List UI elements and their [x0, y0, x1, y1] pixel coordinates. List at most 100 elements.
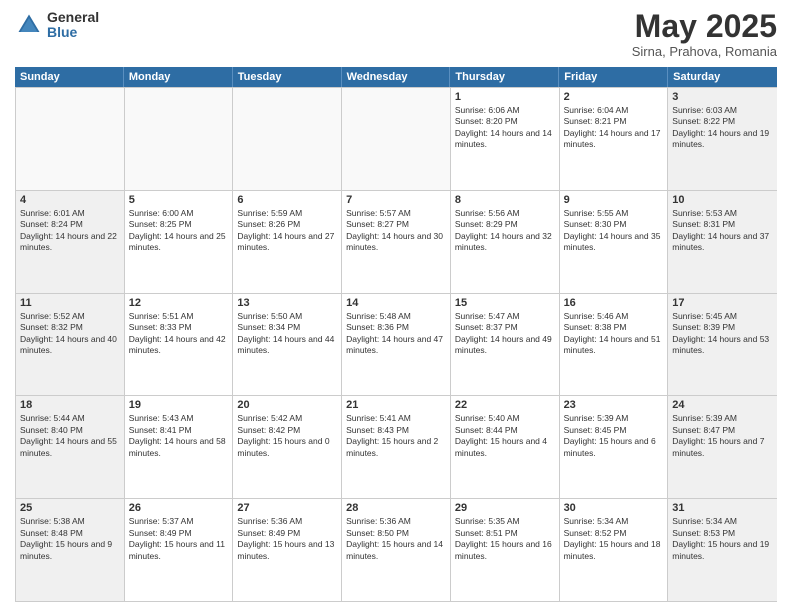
- table-row: 23 Sunrise: 5:39 AM Sunset: 8:45 PM Dayl…: [560, 396, 669, 498]
- logo-blue-text: Blue: [47, 25, 99, 40]
- header-thursday: Thursday: [450, 67, 559, 87]
- calendar: Sunday Monday Tuesday Wednesday Thursday…: [15, 67, 777, 602]
- table-row: [342, 88, 451, 190]
- month-title: May 2025: [632, 10, 777, 42]
- header-saturday: Saturday: [668, 67, 777, 87]
- day-number: 24: [672, 399, 773, 411]
- table-row: 14 Sunrise: 5:48 AM Sunset: 8:36 PM Dayl…: [342, 294, 451, 396]
- cell-content: Sunrise: 5:34 AM Sunset: 8:52 PM Dayligh…: [564, 516, 664, 562]
- day-number: 23: [564, 399, 664, 411]
- header-tuesday: Tuesday: [233, 67, 342, 87]
- day-number: 9: [564, 194, 664, 206]
- table-row: 1 Sunrise: 6:06 AM Sunset: 8:20 PM Dayli…: [451, 88, 560, 190]
- table-row: [233, 88, 342, 190]
- cell-content: Sunrise: 5:38 AM Sunset: 8:48 PM Dayligh…: [20, 516, 120, 562]
- cell-content: Sunrise: 5:51 AM Sunset: 8:33 PM Dayligh…: [129, 311, 229, 357]
- table-row: 25 Sunrise: 5:38 AM Sunset: 8:48 PM Dayl…: [16, 499, 125, 601]
- day-number: 15: [455, 297, 555, 309]
- cell-content: Sunrise: 5:39 AM Sunset: 8:47 PM Dayligh…: [672, 413, 773, 459]
- day-number: 1: [455, 91, 555, 103]
- cell-content: Sunrise: 5:46 AM Sunset: 8:38 PM Dayligh…: [564, 311, 664, 357]
- logo-general-text: General: [47, 10, 99, 25]
- day-number: 30: [564, 502, 664, 514]
- cell-content: Sunrise: 5:39 AM Sunset: 8:45 PM Dayligh…: [564, 413, 664, 459]
- title-block: May 2025 Sirna, Prahova, Romania: [632, 10, 777, 59]
- table-row: 22 Sunrise: 5:40 AM Sunset: 8:44 PM Dayl…: [451, 396, 560, 498]
- day-number: 21: [346, 399, 446, 411]
- day-number: 28: [346, 502, 446, 514]
- cell-content: Sunrise: 5:42 AM Sunset: 8:42 PM Dayligh…: [237, 413, 337, 459]
- day-number: 19: [129, 399, 229, 411]
- table-row: 4 Sunrise: 6:01 AM Sunset: 8:24 PM Dayli…: [16, 191, 125, 293]
- cell-content: Sunrise: 6:01 AM Sunset: 8:24 PM Dayligh…: [20, 208, 120, 254]
- table-row: 10 Sunrise: 5:53 AM Sunset: 8:31 PM Dayl…: [668, 191, 777, 293]
- day-number: 8: [455, 194, 555, 206]
- cell-content: Sunrise: 5:50 AM Sunset: 8:34 PM Dayligh…: [237, 311, 337, 357]
- table-row: 26 Sunrise: 5:37 AM Sunset: 8:49 PM Dayl…: [125, 499, 234, 601]
- table-row: 21 Sunrise: 5:41 AM Sunset: 8:43 PM Dayl…: [342, 396, 451, 498]
- calendar-row-5: 25 Sunrise: 5:38 AM Sunset: 8:48 PM Dayl…: [16, 498, 777, 601]
- table-row: 30 Sunrise: 5:34 AM Sunset: 8:52 PM Dayl…: [560, 499, 669, 601]
- day-number: 13: [237, 297, 337, 309]
- cell-content: Sunrise: 5:36 AM Sunset: 8:49 PM Dayligh…: [237, 516, 337, 562]
- calendar-header: Sunday Monday Tuesday Wednesday Thursday…: [15, 67, 777, 87]
- logo-icon: [15, 11, 43, 39]
- table-row: 16 Sunrise: 5:46 AM Sunset: 8:38 PM Dayl…: [560, 294, 669, 396]
- table-row: 29 Sunrise: 5:35 AM Sunset: 8:51 PM Dayl…: [451, 499, 560, 601]
- day-number: 25: [20, 502, 120, 514]
- cell-content: Sunrise: 5:48 AM Sunset: 8:36 PM Dayligh…: [346, 311, 446, 357]
- logo-text: General Blue: [47, 10, 99, 41]
- cell-content: Sunrise: 5:36 AM Sunset: 8:50 PM Dayligh…: [346, 516, 446, 562]
- logo: General Blue: [15, 10, 99, 41]
- day-number: 12: [129, 297, 229, 309]
- cell-content: Sunrise: 5:53 AM Sunset: 8:31 PM Dayligh…: [672, 208, 773, 254]
- day-number: 18: [20, 399, 120, 411]
- cell-content: Sunrise: 5:56 AM Sunset: 8:29 PM Dayligh…: [455, 208, 555, 254]
- cell-content: Sunrise: 5:35 AM Sunset: 8:51 PM Dayligh…: [455, 516, 555, 562]
- table-row: 5 Sunrise: 6:00 AM Sunset: 8:25 PM Dayli…: [125, 191, 234, 293]
- table-row: 6 Sunrise: 5:59 AM Sunset: 8:26 PM Dayli…: [233, 191, 342, 293]
- day-number: 31: [672, 502, 773, 514]
- table-row: 20 Sunrise: 5:42 AM Sunset: 8:42 PM Dayl…: [233, 396, 342, 498]
- page: General Blue May 2025 Sirna, Prahova, Ro…: [0, 0, 792, 612]
- cell-content: Sunrise: 5:43 AM Sunset: 8:41 PM Dayligh…: [129, 413, 229, 459]
- day-number: 11: [20, 297, 120, 309]
- table-row: 15 Sunrise: 5:47 AM Sunset: 8:37 PM Dayl…: [451, 294, 560, 396]
- table-row: 31 Sunrise: 5:34 AM Sunset: 8:53 PM Dayl…: [668, 499, 777, 601]
- table-row: 13 Sunrise: 5:50 AM Sunset: 8:34 PM Dayl…: [233, 294, 342, 396]
- table-row: 2 Sunrise: 6:04 AM Sunset: 8:21 PM Dayli…: [560, 88, 669, 190]
- day-number: 5: [129, 194, 229, 206]
- cell-content: Sunrise: 6:03 AM Sunset: 8:22 PM Dayligh…: [672, 105, 773, 151]
- day-number: 6: [237, 194, 337, 206]
- header-friday: Friday: [559, 67, 668, 87]
- table-row: [125, 88, 234, 190]
- day-number: 17: [672, 297, 773, 309]
- day-number: 27: [237, 502, 337, 514]
- table-row: 24 Sunrise: 5:39 AM Sunset: 8:47 PM Dayl…: [668, 396, 777, 498]
- day-number: 22: [455, 399, 555, 411]
- table-row: 28 Sunrise: 5:36 AM Sunset: 8:50 PM Dayl…: [342, 499, 451, 601]
- cell-content: Sunrise: 5:59 AM Sunset: 8:26 PM Dayligh…: [237, 208, 337, 254]
- day-number: 16: [564, 297, 664, 309]
- table-row: 18 Sunrise: 5:44 AM Sunset: 8:40 PM Dayl…: [16, 396, 125, 498]
- table-row: [16, 88, 125, 190]
- day-number: 26: [129, 502, 229, 514]
- cell-content: Sunrise: 5:34 AM Sunset: 8:53 PM Dayligh…: [672, 516, 773, 562]
- cell-content: Sunrise: 6:06 AM Sunset: 8:20 PM Dayligh…: [455, 105, 555, 151]
- calendar-row-4: 18 Sunrise: 5:44 AM Sunset: 8:40 PM Dayl…: [16, 395, 777, 498]
- cell-content: Sunrise: 5:45 AM Sunset: 8:39 PM Dayligh…: [672, 311, 773, 357]
- header: General Blue May 2025 Sirna, Prahova, Ro…: [15, 10, 777, 59]
- header-sunday: Sunday: [15, 67, 124, 87]
- day-number: 3: [672, 91, 773, 103]
- cell-content: Sunrise: 5:44 AM Sunset: 8:40 PM Dayligh…: [20, 413, 120, 459]
- day-number: 2: [564, 91, 664, 103]
- cell-content: Sunrise: 6:04 AM Sunset: 8:21 PM Dayligh…: [564, 105, 664, 151]
- cell-content: Sunrise: 5:55 AM Sunset: 8:30 PM Dayligh…: [564, 208, 664, 254]
- table-row: 8 Sunrise: 5:56 AM Sunset: 8:29 PM Dayli…: [451, 191, 560, 293]
- cell-content: Sunrise: 5:52 AM Sunset: 8:32 PM Dayligh…: [20, 311, 120, 357]
- table-row: 11 Sunrise: 5:52 AM Sunset: 8:32 PM Dayl…: [16, 294, 125, 396]
- table-row: 7 Sunrise: 5:57 AM Sunset: 8:27 PM Dayli…: [342, 191, 451, 293]
- day-number: 7: [346, 194, 446, 206]
- cell-content: Sunrise: 5:47 AM Sunset: 8:37 PM Dayligh…: [455, 311, 555, 357]
- header-monday: Monday: [124, 67, 233, 87]
